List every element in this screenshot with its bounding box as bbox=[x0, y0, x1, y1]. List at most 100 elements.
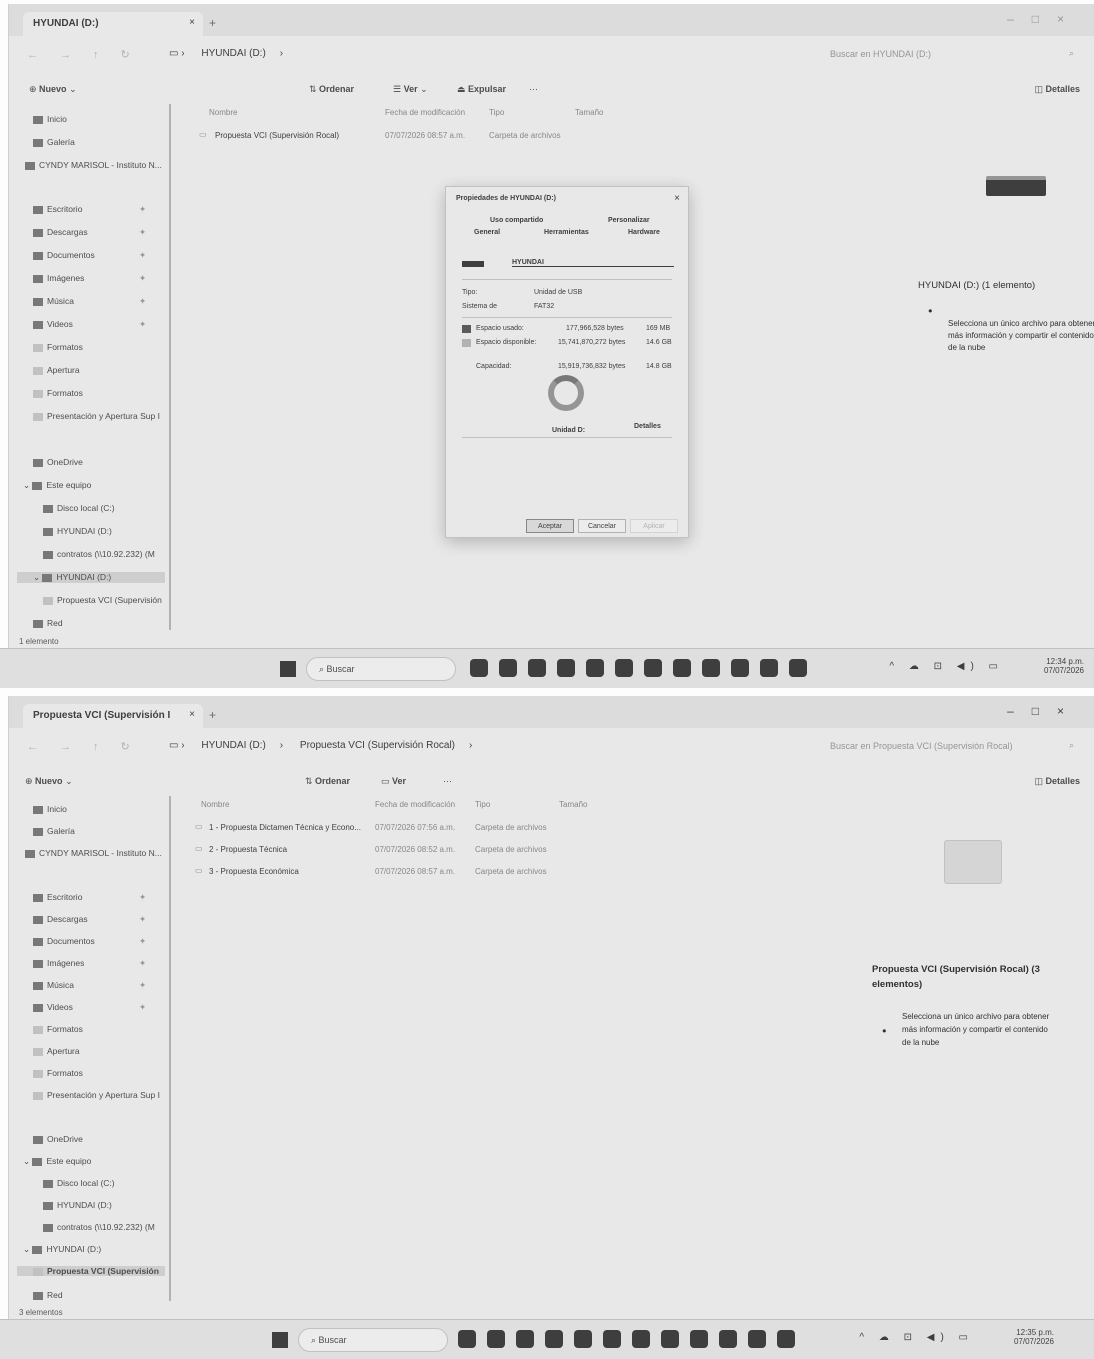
tab-customize[interactable]: Personalizar bbox=[608, 217, 650, 224]
nav-folder[interactable]: Apertura bbox=[33, 1046, 80, 1056]
close-tab-icon[interactable]: × bbox=[189, 17, 195, 28]
nav-gallery[interactable]: Galería bbox=[33, 137, 75, 147]
taskbar-search[interactable]: ⌕ Buscar bbox=[306, 657, 456, 681]
column-size[interactable]: Tamaño bbox=[575, 108, 603, 117]
nav-images[interactable]: Imágenes bbox=[33, 958, 84, 968]
nav-images[interactable]: Imágenes bbox=[33, 273, 84, 283]
nav-onedrive[interactable]: OneDrive bbox=[33, 1134, 83, 1144]
view-button[interactable]: ▭ Ver bbox=[381, 776, 406, 787]
app-icon[interactable] bbox=[470, 659, 488, 677]
app-icon[interactable] bbox=[528, 659, 546, 677]
column-date[interactable]: Fecha de modificación bbox=[375, 800, 455, 809]
sort-button[interactable]: ⇅ Ordenar bbox=[305, 776, 350, 787]
details-button[interactable]: ◫ Detalles bbox=[1034, 776, 1080, 787]
nav-propuesta-selected[interactable]: Propuesta VCI (Supervisión bbox=[17, 1266, 165, 1276]
nav-videos[interactable]: Videos bbox=[33, 1002, 73, 1012]
nav-home[interactable]: Inicio bbox=[33, 114, 67, 124]
breadcrumb[interactable]: ▭ › HYUNDAI (D:) › Propuesta VCI (Supervi… bbox=[169, 740, 486, 751]
nav-hyundai[interactable]: HYUNDAI (D:) bbox=[43, 1200, 112, 1210]
app-icon[interactable] bbox=[690, 1330, 708, 1348]
search-input[interactable]: Buscar en Propuesta VCI (Supervisión Roc… bbox=[822, 736, 1082, 756]
more-button[interactable]: ··· bbox=[529, 84, 538, 94]
nav-network[interactable]: Red bbox=[33, 1290, 63, 1300]
more-button[interactable]: ··· bbox=[443, 776, 452, 786]
column-size[interactable]: Tamaño bbox=[559, 800, 587, 809]
nav-folder[interactable]: Formatos bbox=[33, 342, 83, 352]
tab-hyundai[interactable]: HYUNDAI (D:) × bbox=[23, 12, 203, 36]
tab-general[interactable]: General bbox=[474, 229, 500, 236]
app-icon[interactable] bbox=[458, 1330, 476, 1348]
app-icon[interactable] bbox=[661, 1330, 679, 1348]
nav-home[interactable]: Inicio bbox=[33, 804, 67, 814]
nav-thispc[interactable]: ⌄ Este equipo bbox=[23, 1156, 91, 1167]
nav-documents[interactable]: Documentos bbox=[33, 250, 95, 260]
new-button[interactable]: ⊕ Nuevo ⌄ bbox=[25, 776, 73, 787]
app-icon[interactable] bbox=[615, 659, 633, 677]
tab-propuesta[interactable]: Propuesta VCI (Supervisión I × bbox=[23, 704, 203, 728]
nav-folder[interactable]: Formatos bbox=[33, 1024, 83, 1034]
taskbar-search[interactable]: ⌕ Buscar bbox=[298, 1328, 448, 1352]
nav-localdisk[interactable]: Disco local (C:) bbox=[43, 1178, 115, 1188]
ok-button[interactable]: Aceptar bbox=[526, 519, 574, 533]
close-tab-icon[interactable]: × bbox=[189, 709, 195, 720]
tray-icons[interactable]: ^ ☁ ⊡ ◀) ▭ bbox=[859, 1332, 974, 1343]
edge-icon[interactable] bbox=[545, 1330, 563, 1348]
nav-hyundai-selected[interactable]: ⌄ HYUNDAI (D:) bbox=[17, 572, 165, 583]
view-button[interactable]: ☰ Ver ⌄ bbox=[393, 84, 428, 95]
nav-folder[interactable]: Presentación y Apertura Sup I bbox=[33, 411, 160, 421]
word-icon[interactable] bbox=[719, 1330, 737, 1348]
nav-desktop[interactable]: Escritorio bbox=[33, 204, 82, 214]
column-name[interactable]: Nombre bbox=[209, 108, 237, 117]
nav-music[interactable]: Música bbox=[33, 980, 74, 990]
nav-documents[interactable]: Documentos bbox=[33, 936, 95, 946]
nav-thispc[interactable]: ⌄ Este equipo bbox=[23, 480, 91, 491]
windows-start-icon[interactable] bbox=[280, 661, 296, 677]
app-icon[interactable] bbox=[603, 1330, 621, 1348]
powerpoint-icon[interactable] bbox=[748, 1330, 766, 1348]
nav-music[interactable]: Música bbox=[33, 296, 74, 306]
app-icon[interactable] bbox=[499, 659, 517, 677]
cancel-button[interactable]: Cancelar bbox=[578, 519, 626, 533]
word-icon[interactable] bbox=[731, 659, 749, 677]
app-icon[interactable] bbox=[673, 659, 691, 677]
nav-localdisk[interactable]: Disco local (C:) bbox=[43, 503, 115, 513]
chrome-icon[interactable] bbox=[644, 659, 662, 677]
pdf-icon[interactable] bbox=[789, 659, 807, 677]
breadcrumb-item[interactable]: HYUNDAI (D:) bbox=[201, 48, 265, 59]
breadcrumb-item[interactable]: Propuesta VCI (Supervisión Rocal) bbox=[300, 740, 455, 751]
column-name[interactable]: Nombre bbox=[201, 800, 229, 809]
breadcrumb-item[interactable]: HYUNDAI (D:) bbox=[201, 740, 265, 751]
pdf-icon[interactable] bbox=[777, 1330, 795, 1348]
app-icon[interactable] bbox=[487, 1330, 505, 1348]
nav-user[interactable]: CYNDY MARISOL - Instituto N... bbox=[25, 848, 162, 858]
nav-folder[interactable]: Presentación y Apertura Sup I bbox=[33, 1090, 160, 1100]
volume-name-input[interactable]: HYUNDAI bbox=[512, 259, 674, 267]
chrome-icon[interactable] bbox=[632, 1330, 650, 1348]
edge-icon[interactable] bbox=[557, 659, 575, 677]
app-icon[interactable] bbox=[702, 659, 720, 677]
app-icon[interactable] bbox=[586, 659, 604, 677]
windows-start-icon[interactable] bbox=[272, 1332, 288, 1348]
details-button[interactable]: Detalles bbox=[634, 423, 661, 430]
column-type[interactable]: Tipo bbox=[489, 108, 504, 117]
powerpoint-icon[interactable] bbox=[760, 659, 778, 677]
nav-contratos[interactable]: contratos (\\10.92.232) (M bbox=[43, 1222, 155, 1232]
nav-hyundai[interactable]: HYUNDAI (D:) bbox=[43, 526, 112, 536]
search-input[interactable]: Buscar en HYUNDAI (D:) ⌕ bbox=[822, 44, 1082, 64]
close-icon[interactable]: × bbox=[674, 193, 680, 204]
clock-date[interactable]: 07/07/2026 bbox=[1014, 1337, 1054, 1346]
tab-sharing[interactable]: Uso compartido bbox=[490, 217, 543, 224]
new-button[interactable]: ⊕ Nuevo ⌄ bbox=[29, 84, 77, 95]
app-icon[interactable] bbox=[516, 1330, 534, 1348]
breadcrumb[interactable]: ▭ › HYUNDAI (D:) › bbox=[169, 48, 297, 59]
app-icon[interactable] bbox=[574, 1330, 592, 1348]
tab-hardware[interactable]: Hardware bbox=[628, 229, 660, 236]
new-tab-icon[interactable]: + bbox=[209, 708, 216, 722]
clock-time[interactable]: 12:35 p.m. bbox=[1014, 1328, 1054, 1337]
nav-propuesta[interactable]: Propuesta VCI (Supervisión bbox=[43, 595, 162, 605]
nav-user[interactable]: CYNDY MARISOL - Instituto N... bbox=[25, 160, 162, 170]
window-controls[interactable]: –□× bbox=[1007, 12, 1082, 26]
nav-downloads[interactable]: Descargas bbox=[33, 914, 88, 924]
nav-downloads[interactable]: Descargas bbox=[33, 227, 88, 237]
tray-icons[interactable]: ^ ☁ ⊡ ◀) ▭ bbox=[889, 661, 1004, 672]
